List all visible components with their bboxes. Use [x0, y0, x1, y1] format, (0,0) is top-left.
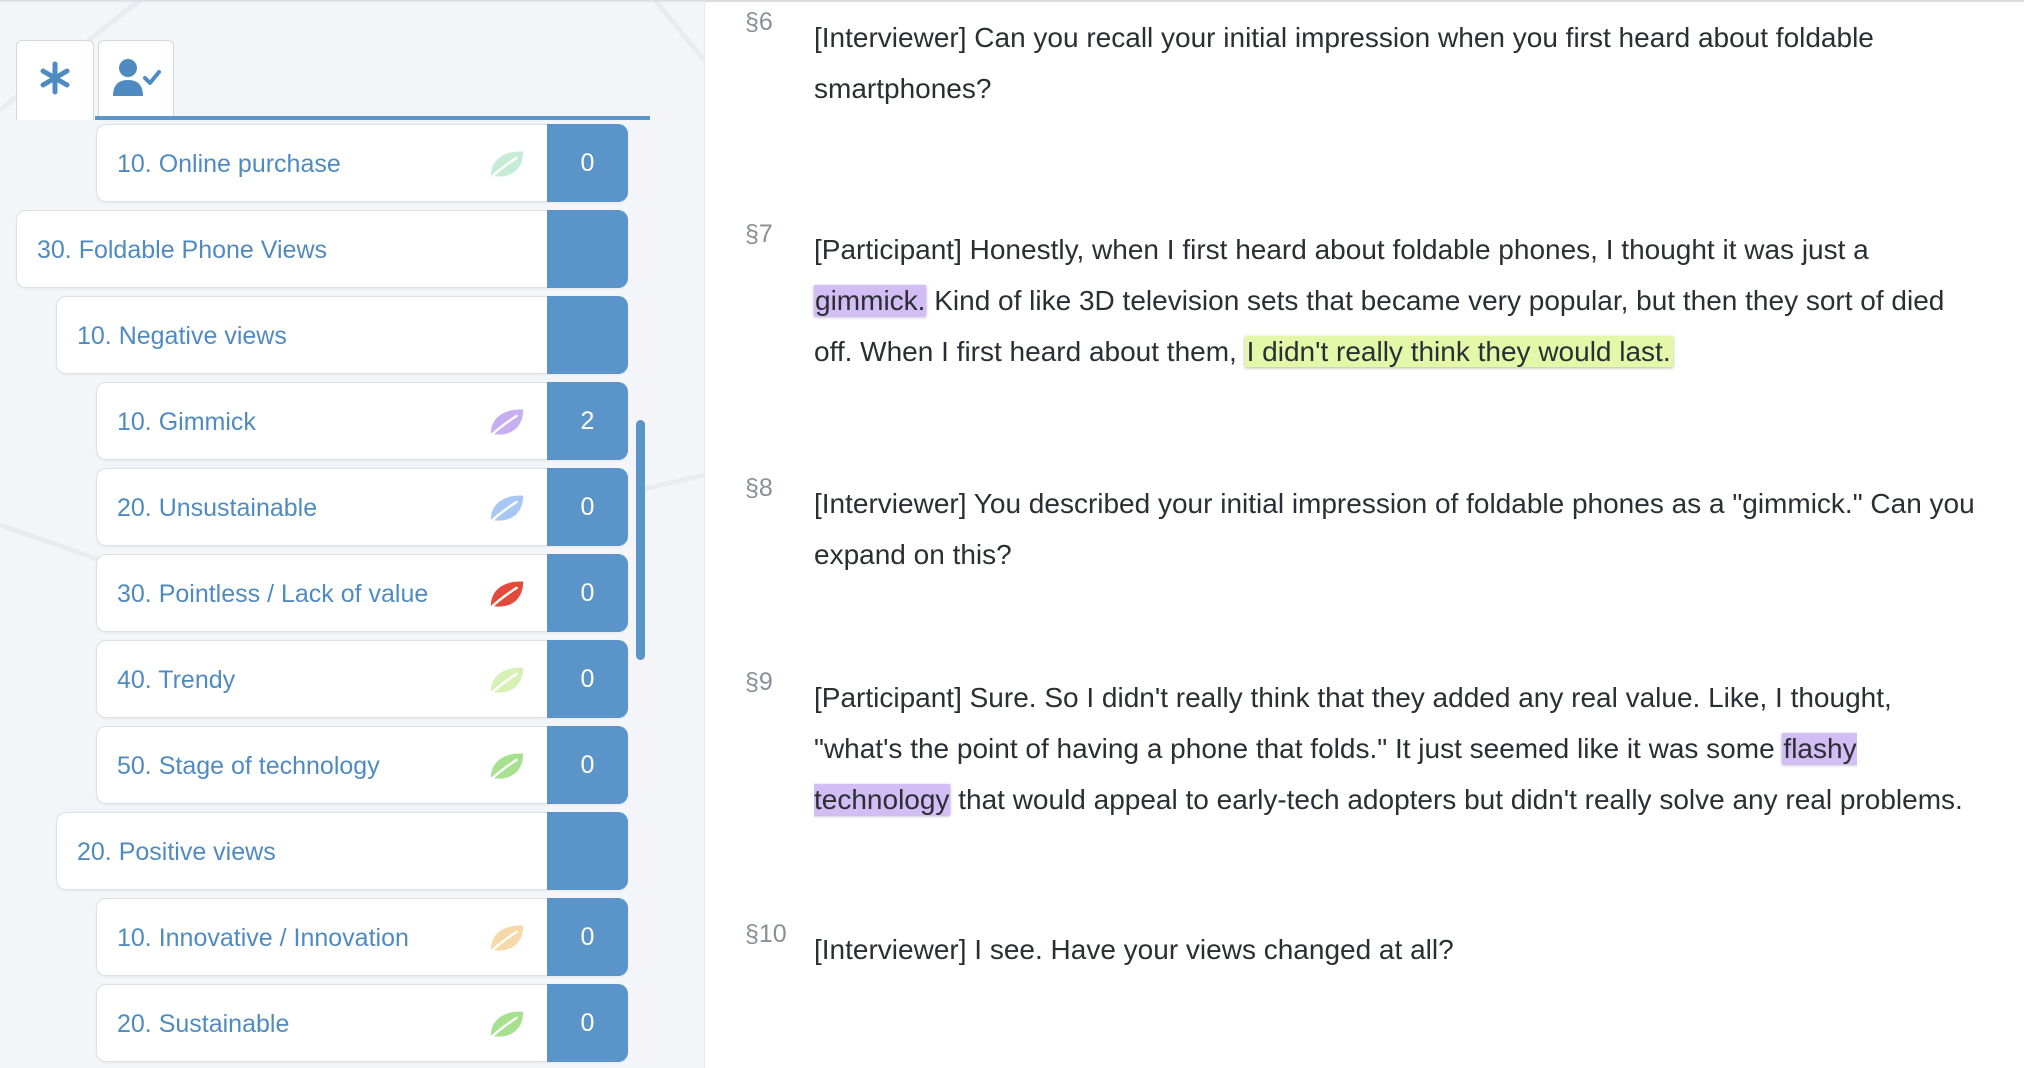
code-item[interactable]: 40. Trendy 0 — [96, 640, 628, 718]
code-label: 20. Sustainable — [117, 1010, 290, 1038]
text-segment: [Interviewer] Can you recall your initia… — [814, 22, 1874, 104]
code-system-panel: 10. Online purchase 0 30. Foldable Phone V… — [0, 0, 704, 1068]
code-count-badge: 0 — [547, 640, 628, 718]
code-item[interactable]: 10. Innovative / Innovation 0 — [96, 898, 628, 976]
code-label: 10. Negative views — [77, 322, 287, 350]
text-segment: [Participant] Sure. So I didn't really t… — [814, 682, 1892, 764]
active-tab-indicator — [95, 116, 650, 120]
code-label: 50. Stage of technology — [117, 752, 380, 780]
code-count-badge: 0 — [547, 468, 628, 546]
paragraph-number[interactable]: §9 — [745, 668, 773, 697]
code-color-leaf-icon[interactable] — [487, 405, 527, 439]
code-count-badge — [547, 210, 628, 288]
code-color-leaf-icon[interactable] — [487, 147, 527, 181]
top-shadow — [0, 0, 704, 3]
text-segment: [Interviewer] You described your initial… — [814, 488, 1975, 570]
code-label: 40. Trendy — [117, 666, 236, 694]
code-item[interactable]: 20. Unsustainable 0 — [96, 468, 628, 546]
scrollbar[interactable] — [636, 420, 645, 660]
paragraph-text[interactable]: [Interviewer] Can you recall your initia… — [814, 12, 1984, 114]
code-label: 30. Foldable Phone Views — [37, 236, 328, 264]
coded-segment-highlight[interactable]: gimmick. — [814, 285, 927, 316]
code-label: 10. Innovative / Innovation — [117, 924, 409, 952]
asterisk-icon — [38, 61, 72, 100]
top-divider — [705, 0, 2024, 2]
text-segment: [Participant] Honestly, when I first hea… — [814, 234, 1869, 265]
code-count-badge: 0 — [547, 726, 628, 804]
code-item[interactable]: 30. Pointless / Lack of value 0 — [96, 554, 628, 632]
text-segment: [Interviewer] I see. Have your views cha… — [814, 934, 1454, 965]
paragraph-text[interactable]: [Interviewer] I see. Have your views cha… — [814, 924, 1984, 975]
code-item[interactable]: 50. Stage of technology 0 — [96, 726, 628, 804]
code-count-badge — [547, 296, 628, 374]
code-color-leaf-icon[interactable] — [487, 577, 527, 611]
tab-all-codes[interactable] — [16, 40, 94, 120]
coded-segment-highlight[interactable]: I didn't really think they would last. — [1244, 336, 1673, 367]
paragraph-text[interactable]: [Participant] Honestly, when I first hea… — [814, 224, 1984, 377]
code-label: 20. Positive views — [77, 838, 276, 866]
code-item[interactable]: 20. Sustainable 0 — [96, 984, 628, 1062]
paragraph-text[interactable]: [Interviewer] You described your initial… — [814, 478, 1984, 580]
paragraph-number[interactable]: §10 — [745, 920, 787, 949]
document-viewer: §6 [Interviewer] Can you recall your init… — [704, 0, 2024, 1068]
code-label: 30. Pointless / Lack of value — [117, 580, 429, 608]
paragraph-number[interactable]: §6 — [745, 8, 773, 37]
code-count-badge: 0 — [547, 984, 628, 1062]
code-count-badge: 2 — [547, 382, 628, 460]
tab-my-codes[interactable] — [98, 40, 174, 120]
code-item[interactable]: 10. Online purchase 0 — [96, 124, 628, 202]
code-item[interactable]: 20. Positive views — [56, 812, 628, 890]
code-count-badge: 0 — [547, 898, 628, 976]
code-item[interactable]: 10. Negative views — [56, 296, 628, 374]
code-count-badge — [547, 812, 628, 890]
code-color-leaf-icon[interactable] — [487, 921, 527, 955]
code-color-leaf-icon[interactable] — [487, 749, 527, 783]
code-count-badge: 0 — [547, 554, 628, 632]
code-color-leaf-icon[interactable] — [487, 663, 527, 697]
code-color-leaf-icon[interactable] — [487, 1007, 527, 1041]
code-item[interactable]: 10. Gimmick 2 — [96, 382, 628, 460]
code-item[interactable]: 30. Foldable Phone Views — [16, 210, 628, 288]
paragraph-number[interactable]: §8 — [745, 474, 773, 503]
code-count-badge: 0 — [547, 124, 628, 202]
text-segment: that would appeal to early-tech adopters… — [950, 784, 1963, 815]
code-label: 10. Online purchase — [117, 150, 341, 178]
paragraph-number[interactable]: §7 — [745, 220, 773, 249]
code-label: 10. Gimmick — [117, 408, 256, 436]
code-label: 20. Unsustainable — [117, 494, 318, 522]
code-color-leaf-icon[interactable] — [487, 491, 527, 525]
user-check-icon — [111, 58, 161, 103]
paragraph-text[interactable]: [Participant] Sure. So I didn't really t… — [814, 672, 1984, 825]
